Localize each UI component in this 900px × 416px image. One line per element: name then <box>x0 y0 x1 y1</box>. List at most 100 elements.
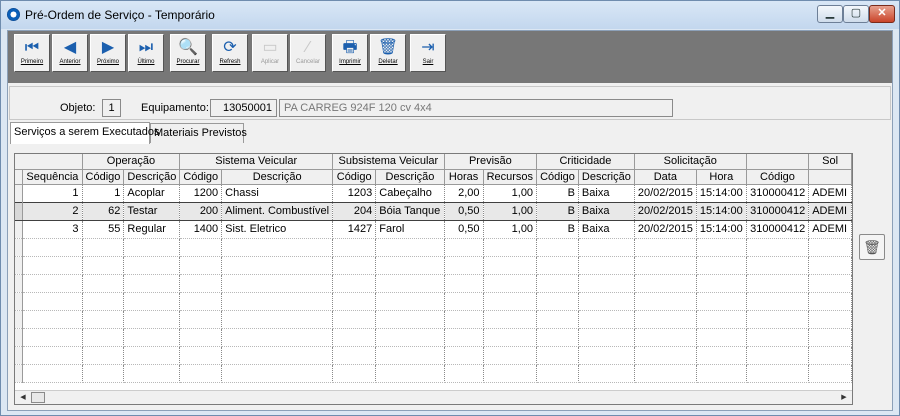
grid-cell[interactable] <box>444 364 484 383</box>
grid-cell[interactable] <box>634 310 697 329</box>
grid-cell[interactable] <box>332 256 377 275</box>
grid-cell[interactable]: B <box>536 201 579 221</box>
grid-cell[interactable] <box>221 256 334 275</box>
refresh-button[interactable]: ⟳ Refresh <box>212 34 248 72</box>
grid-cell[interactable] <box>483 292 538 311</box>
grid-cell[interactable]: 1400 <box>179 220 223 239</box>
procurar-button[interactable]: 🔍 Procurar <box>170 34 206 72</box>
grid-cell[interactable] <box>696 310 747 329</box>
column-header[interactable]: Código <box>746 169 810 185</box>
table-row[interactable] <box>15 364 852 383</box>
column-header[interactable]: Hora <box>696 169 747 185</box>
grid-cell[interactable] <box>332 292 377 311</box>
column-header[interactable]: Sequência <box>22 169 83 185</box>
pr-ximo-button[interactable]: ▶ Próximo <box>90 34 126 72</box>
grid-cell[interactable] <box>536 364 579 383</box>
grid-cell[interactable] <box>634 346 697 365</box>
row-indicator[interactable] <box>15 256 24 275</box>
grid-cell[interactable]: 3 <box>22 220 83 239</box>
column-header[interactable]: Horas <box>444 169 484 185</box>
sair-button[interactable]: ⇥ Sair <box>410 34 446 72</box>
grid-cell[interactable] <box>22 238 83 257</box>
grid-cell[interactable]: Farol <box>375 220 445 239</box>
grid-cell[interactable] <box>808 256 852 275</box>
grid-cell[interactable] <box>696 292 747 311</box>
grid-cell[interactable] <box>578 274 635 293</box>
grid-cell[interactable] <box>221 274 334 293</box>
grid-cell[interactable] <box>696 238 747 257</box>
grid-cell[interactable] <box>22 256 83 275</box>
grid-cell[interactable] <box>808 328 852 347</box>
grid-cell[interactable] <box>82 292 125 311</box>
grid-cell[interactable]: 204 <box>332 201 377 221</box>
table-row[interactable]: 1 1 Acoplar 1200 Chassi 1203 Cabeçalho 2,00 1,00… <box>15 184 852 203</box>
row-indicator[interactable] <box>15 292 24 311</box>
grid-cell[interactable] <box>375 346 445 365</box>
grid-cell[interactable] <box>444 346 484 365</box>
grid-cell[interactable] <box>578 256 635 275</box>
row-indicator[interactable] <box>15 274 24 293</box>
grid-cell[interactable] <box>82 310 125 329</box>
grid-cell[interactable]: 15:14:00 <box>696 201 747 221</box>
grid-cell[interactable] <box>375 292 445 311</box>
grid-cell[interactable] <box>808 346 852 365</box>
grid-cell[interactable] <box>444 310 484 329</box>
grid-cell[interactable] <box>82 364 125 383</box>
table-row[interactable] <box>15 238 852 257</box>
grid-cell[interactable]: Chassi <box>221 184 334 203</box>
grid-cell[interactable] <box>82 274 125 293</box>
column-header[interactable]: Descrição <box>375 169 445 185</box>
grid-cell[interactable]: Cabeçalho <box>375 184 445 203</box>
grid-cell[interactable] <box>22 346 83 365</box>
grid-cell[interactable]: 2 <box>22 201 83 221</box>
row-indicator[interactable] <box>15 201 24 221</box>
table-row[interactable] <box>15 328 852 347</box>
grid-cell[interactable] <box>634 328 697 347</box>
column-header[interactable]: Descrição <box>578 169 635 185</box>
column-header[interactable]: Código <box>332 169 377 185</box>
grid-cell[interactable]: ADEMI <box>808 220 852 239</box>
table-row[interactable]: 2 62 Testar 200 Aliment. Combustível 204 Bóia … <box>15 201 852 221</box>
grid-cell[interactable] <box>696 274 747 293</box>
grid-cell[interactable] <box>82 238 125 257</box>
grid-cell[interactable]: 2,00 <box>444 184 484 203</box>
grid-cell[interactable] <box>123 346 181 365</box>
grid-cell[interactable] <box>536 274 579 293</box>
grid-cell[interactable] <box>22 310 83 329</box>
imprimir-button[interactable]: 🖶 Imprimir <box>332 34 368 72</box>
grid-cell[interactable] <box>82 256 125 275</box>
grid-cell[interactable]: ADEMI <box>808 201 852 221</box>
grid-cell[interactable] <box>696 256 747 275</box>
grid-cell[interactable]: 1,00 <box>483 220 538 239</box>
grid-cell[interactable] <box>483 256 538 275</box>
grid-cell[interactable]: 200 <box>179 201 223 221</box>
delete-row-button[interactable]: 🗑 <box>859 234 885 260</box>
cancelar-button[interactable]: ⁄ Cancelar <box>290 34 326 72</box>
grid-cell[interactable] <box>536 256 579 275</box>
table-row[interactable] <box>15 256 852 275</box>
grid-cell[interactable] <box>634 256 697 275</box>
grid-cell[interactable] <box>536 310 579 329</box>
grid-cell[interactable]: 1 <box>22 184 83 203</box>
grid-cell[interactable]: Aliment. Combustível <box>221 201 334 221</box>
grid-cell[interactable] <box>536 238 579 257</box>
grid-cell[interactable] <box>483 346 538 365</box>
grid-cell[interactable] <box>808 238 852 257</box>
grid-cell[interactable]: B <box>536 184 579 203</box>
grid-cell[interactable] <box>808 274 852 293</box>
grid-cell[interactable] <box>578 292 635 311</box>
row-indicator[interactable] <box>15 346 24 365</box>
close-button[interactable]: ✕ <box>869 5 895 23</box>
table-row[interactable]: 3 55 Regular 1400 Sist. Eletrico 1427 Farol 0,5… <box>15 220 852 239</box>
grid-cell[interactable] <box>444 256 484 275</box>
grid-cell[interactable] <box>746 328 810 347</box>
grid-cell[interactable] <box>375 364 445 383</box>
grid-cell[interactable]: 15:14:00 <box>696 220 747 239</box>
aplicar-button[interactable]: ▭ Aplicar <box>252 34 288 72</box>
grid-cell[interactable] <box>123 310 181 329</box>
grid-cell[interactable] <box>375 274 445 293</box>
grid-cell[interactable] <box>483 310 538 329</box>
grid-cell[interactable]: 20/02/2015 <box>634 201 697 221</box>
maximize-button[interactable]: ▢ <box>843 5 869 23</box>
grid-cell[interactable] <box>332 274 377 293</box>
